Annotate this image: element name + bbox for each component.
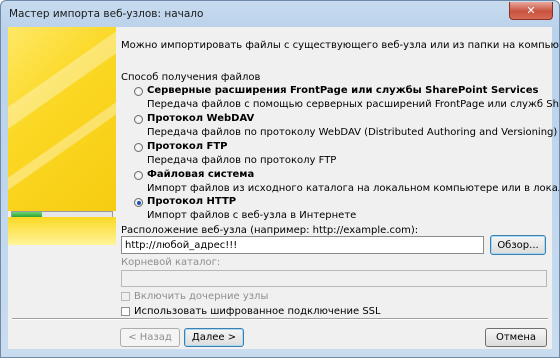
window-title: Мастер импорта веб-узлов: начало [9, 8, 204, 20]
wizard-side-banner-bottom [8, 217, 116, 245]
cancel-button[interactable]: Отмена [485, 328, 547, 347]
close-icon: ✕ [526, 4, 536, 17]
option-webdav-label[interactable]: Протокол WebDAV [147, 113, 254, 124]
wizard-body: Можно импортировать файлы с существующег… [8, 27, 559, 349]
import-wizard-window: Мастер импорта веб-узлов: начало ✕ Можно… [0, 0, 560, 358]
include-subsites-checkbox[interactable] [121, 292, 130, 301]
radio-ftp[interactable] [134, 143, 143, 152]
location-input[interactable]: http://любой_адрес!!! [121, 236, 484, 254]
root-folder-label: Корневой каталог: [121, 257, 221, 268]
location-input-value: http://любой_адрес!!! [125, 240, 238, 251]
location-label: Расположение веб-узла (например: http://… [121, 225, 419, 236]
use-ssl-checkbox[interactable] [121, 307, 130, 316]
wizard-side-banner [8, 27, 116, 211]
option-http-desc: Импорт файлов с веб-узла в Интернете [147, 210, 357, 221]
back-button[interactable]: < Назад [120, 328, 180, 347]
close-button[interactable]: ✕ [509, 2, 553, 20]
footer-separator [12, 318, 548, 320]
browse-button[interactable]: Обзор... [490, 235, 546, 255]
option-frontpage-desc: Передача файлов с помощью серверных расш… [147, 99, 559, 110]
radio-http[interactable] [134, 198, 143, 207]
radio-filesystem[interactable] [134, 171, 143, 180]
root-folder-input[interactable] [121, 270, 547, 287]
next-button[interactable]: Далее > [184, 328, 244, 347]
include-subsites-label[interactable]: Включить дочерние узлы [134, 291, 268, 302]
option-filesystem-label[interactable]: Файловая система [147, 169, 254, 180]
option-ftp-desc: Передача файлов по протоколу FTP [147, 155, 337, 166]
option-filesystem-desc: Импорт файлов из исходного каталога на л… [147, 183, 559, 194]
intro-text: Можно импортировать файлы с существующег… [121, 40, 559, 51]
option-http-label[interactable]: Протокол HTTP [147, 196, 236, 207]
option-webdav-desc: Передача файлов по протоколу WebDAV (Dis… [147, 127, 558, 138]
radio-webdav[interactable] [134, 115, 143, 124]
use-ssl-label[interactable]: Использовать шифрованное подключение SSL [134, 306, 381, 317]
option-ftp-label[interactable]: Протокол FTP [147, 141, 228, 152]
option-frontpage-label[interactable]: Серверные расширения FrontPage или служб… [147, 85, 538, 96]
title-bar[interactable]: Мастер импорта веб-узлов: начало ✕ [1, 1, 559, 27]
method-label: Способ получения файлов [121, 72, 261, 83]
radio-frontpage[interactable] [134, 87, 143, 96]
